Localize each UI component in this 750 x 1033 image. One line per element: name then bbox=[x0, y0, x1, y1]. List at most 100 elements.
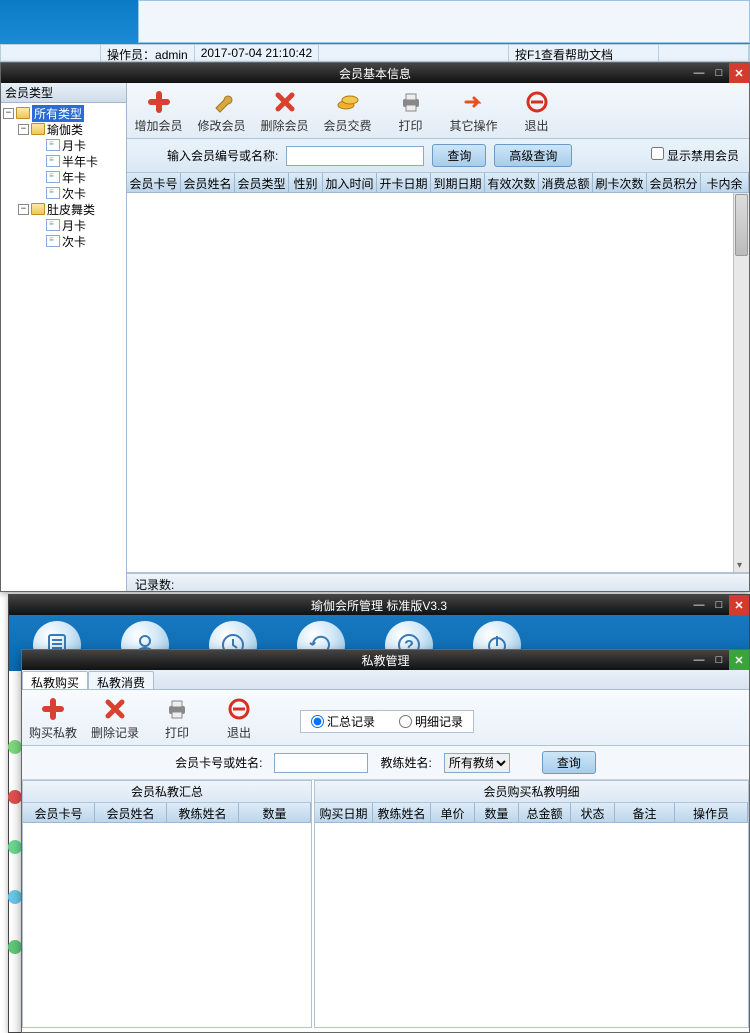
minimize-button[interactable]: — bbox=[689, 595, 709, 615]
edit-member-button[interactable]: 修改会员 bbox=[190, 87, 253, 134]
arrow-right-icon bbox=[462, 90, 486, 114]
col-gender[interactable]: 性别 bbox=[289, 173, 323, 192]
close-button[interactable]: ✕ bbox=[729, 650, 749, 670]
doc-icon bbox=[46, 171, 60, 183]
col-total[interactable]: 总金额 bbox=[519, 803, 571, 822]
col-qty[interactable]: 数量 bbox=[475, 803, 519, 822]
member-grid-body[interactable] bbox=[127, 193, 749, 573]
print-button[interactable]: 打印 bbox=[379, 87, 442, 134]
col-status[interactable]: 状态 bbox=[571, 803, 615, 822]
minimize-button[interactable]: — bbox=[689, 63, 709, 83]
summary-title: 会员私教汇总 bbox=[23, 781, 311, 803]
print-button[interactable]: 打印 bbox=[146, 694, 208, 741]
header-panel bbox=[138, 0, 750, 43]
minimize-button[interactable]: — bbox=[689, 650, 709, 670]
col-buy-date[interactable]: 购买日期 bbox=[315, 803, 373, 822]
close-button[interactable]: ✕ bbox=[729, 595, 749, 615]
main-window-title: 瑜伽会所管理 标准版V3.3 bbox=[311, 597, 447, 614]
search-row: 输入会员编号或名称: 查询 高级查询 显示禁用会员 bbox=[127, 139, 749, 173]
other-ops-button[interactable]: 其它操作 bbox=[442, 87, 505, 134]
tree-item[interactable]: 次卡 bbox=[1, 185, 126, 201]
printer-icon bbox=[399, 90, 423, 114]
col-expire[interactable]: 到期日期 bbox=[431, 173, 485, 192]
printer-icon bbox=[165, 697, 189, 721]
col-member-name[interactable]: 会员姓名 bbox=[95, 803, 167, 822]
col-total-spend[interactable]: 消费总额 bbox=[539, 173, 593, 192]
col-valid-count[interactable]: 有效次数 bbox=[485, 173, 539, 192]
col-coach[interactable]: 教练姓名 bbox=[373, 803, 431, 822]
col-name[interactable]: 会员姓名 bbox=[181, 173, 235, 192]
query-button[interactable]: 查询 bbox=[432, 144, 486, 167]
col-price[interactable]: 单价 bbox=[431, 803, 475, 822]
vertical-scrollbar[interactable] bbox=[733, 193, 749, 572]
trainer-toolbar: 购买私教 删除记录 打印 退出 汇总记录 明细记录 bbox=[22, 690, 749, 746]
delete-member-button[interactable]: 删除会员 bbox=[253, 87, 316, 134]
col-swipe-count[interactable]: 刷卡次数 bbox=[593, 173, 647, 192]
close-button[interactable]: ✕ bbox=[729, 63, 749, 83]
tree-item[interactable]: 次卡 bbox=[1, 233, 126, 249]
trainer-dialog: 私教管理 — □ ✕ 私教购买 私教消费 购买私教 删除记录 打印 退出 汇总记… bbox=[21, 649, 750, 1033]
col-card-no[interactable]: 会员卡号 bbox=[23, 803, 95, 822]
summary-grid-body[interactable] bbox=[23, 823, 311, 1027]
side-indicators bbox=[8, 740, 22, 990]
maximize-button[interactable]: □ bbox=[709, 595, 729, 615]
col-type[interactable]: 会员类型 bbox=[235, 173, 289, 192]
coach-select[interactable]: 所有教练 bbox=[444, 753, 510, 773]
member-toolbar: 增加会员 修改会员 删除会员 会员交费 打印 bbox=[127, 83, 749, 139]
col-start[interactable]: 开卡日期 bbox=[377, 173, 431, 192]
col-points[interactable]: 会员积分 bbox=[647, 173, 701, 192]
tree-header: 会员类型 bbox=[1, 83, 126, 103]
card-input[interactable] bbox=[274, 753, 368, 773]
col-remark[interactable]: 备注 bbox=[615, 803, 675, 822]
detail-grid-header: 购买日期 教练姓名 单价 数量 总金额 状态 备注 操作员 bbox=[315, 803, 748, 823]
folder-open-icon bbox=[16, 107, 30, 119]
main-window-titlebar[interactable]: 瑜伽会所管理 标准版V3.3 — □ ✕ bbox=[9, 595, 749, 615]
radio-summary[interactable]: 汇总记录 bbox=[311, 713, 375, 730]
maximize-button[interactable]: □ bbox=[709, 63, 729, 83]
status-help-hint: 按F1查看帮助文档 bbox=[509, 45, 659, 61]
buy-trainer-button[interactable]: 购买私教 bbox=[22, 694, 84, 741]
add-member-button[interactable]: 增加会员 bbox=[127, 87, 190, 134]
query-button[interactable]: 查询 bbox=[542, 751, 596, 774]
tree-item[interactable]: 月卡 bbox=[1, 137, 126, 153]
folder-open-icon bbox=[31, 123, 45, 135]
doc-icon bbox=[46, 139, 60, 151]
member-dialog: 会员基本信息 — □ ✕ 会员类型 −所有类型 −瑜伽类 月卡 半年卡 年卡 次… bbox=[0, 62, 750, 592]
x-icon bbox=[103, 697, 127, 721]
col-join[interactable]: 加入时间 bbox=[323, 173, 377, 192]
doc-icon bbox=[46, 219, 60, 231]
tab-buy[interactable]: 私教购买 bbox=[22, 671, 88, 689]
tree-cat-yoga[interactable]: −瑜伽类 bbox=[1, 121, 126, 137]
doc-icon bbox=[46, 155, 60, 167]
adv-query-button[interactable]: 高级查询 bbox=[494, 144, 572, 167]
trainer-search-row: 会员卡号或姓名: 教练姓名: 所有教练 查询 bbox=[22, 746, 749, 780]
col-qty[interactable]: 数量 bbox=[239, 803, 311, 822]
maximize-button[interactable]: □ bbox=[709, 650, 729, 670]
col-operator[interactable]: 操作员 bbox=[675, 803, 748, 822]
tree-item[interactable]: 半年卡 bbox=[1, 153, 126, 169]
search-input[interactable] bbox=[286, 146, 424, 166]
wrench-icon bbox=[210, 90, 234, 114]
tree-item[interactable]: 年卡 bbox=[1, 169, 126, 185]
plus-icon bbox=[41, 697, 65, 721]
radio-detail[interactable]: 明细记录 bbox=[399, 713, 463, 730]
col-card-no[interactable]: 会员卡号 bbox=[127, 173, 181, 192]
tree-cat-bellydance[interactable]: −肚皮舞类 bbox=[1, 201, 126, 217]
status-datetime: 2017-07-04 21:10:42 bbox=[195, 45, 319, 61]
delete-record-button[interactable]: 删除记录 bbox=[84, 694, 146, 741]
tree-root[interactable]: −所有类型 bbox=[1, 105, 126, 121]
col-coach-name[interactable]: 教练姓名 bbox=[167, 803, 239, 822]
exit-button[interactable]: 退出 bbox=[208, 694, 270, 741]
tree-item[interactable]: 月卡 bbox=[1, 217, 126, 233]
detail-grid-body[interactable] bbox=[315, 823, 748, 1027]
forbid-icon bbox=[525, 90, 549, 114]
payment-button[interactable]: 会员交费 bbox=[316, 87, 379, 134]
trainer-tabs: 私教购买 私教消费 bbox=[22, 670, 749, 690]
trainer-dialog-titlebar[interactable]: 私教管理 — □ ✕ bbox=[22, 650, 749, 670]
col-balance[interactable]: 卡内余额 bbox=[701, 173, 749, 192]
show-disabled-checkbox[interactable]: 显示禁用会员 bbox=[651, 147, 739, 164]
exit-button[interactable]: 退出 bbox=[505, 87, 568, 134]
member-dialog-titlebar[interactable]: 会员基本信息 — □ ✕ bbox=[1, 63, 749, 83]
category-tree[interactable]: −所有类型 −瑜伽类 月卡 半年卡 年卡 次卡 −肚皮舞类 月卡 次卡 bbox=[1, 103, 126, 251]
tab-consume[interactable]: 私教消费 bbox=[88, 671, 154, 689]
